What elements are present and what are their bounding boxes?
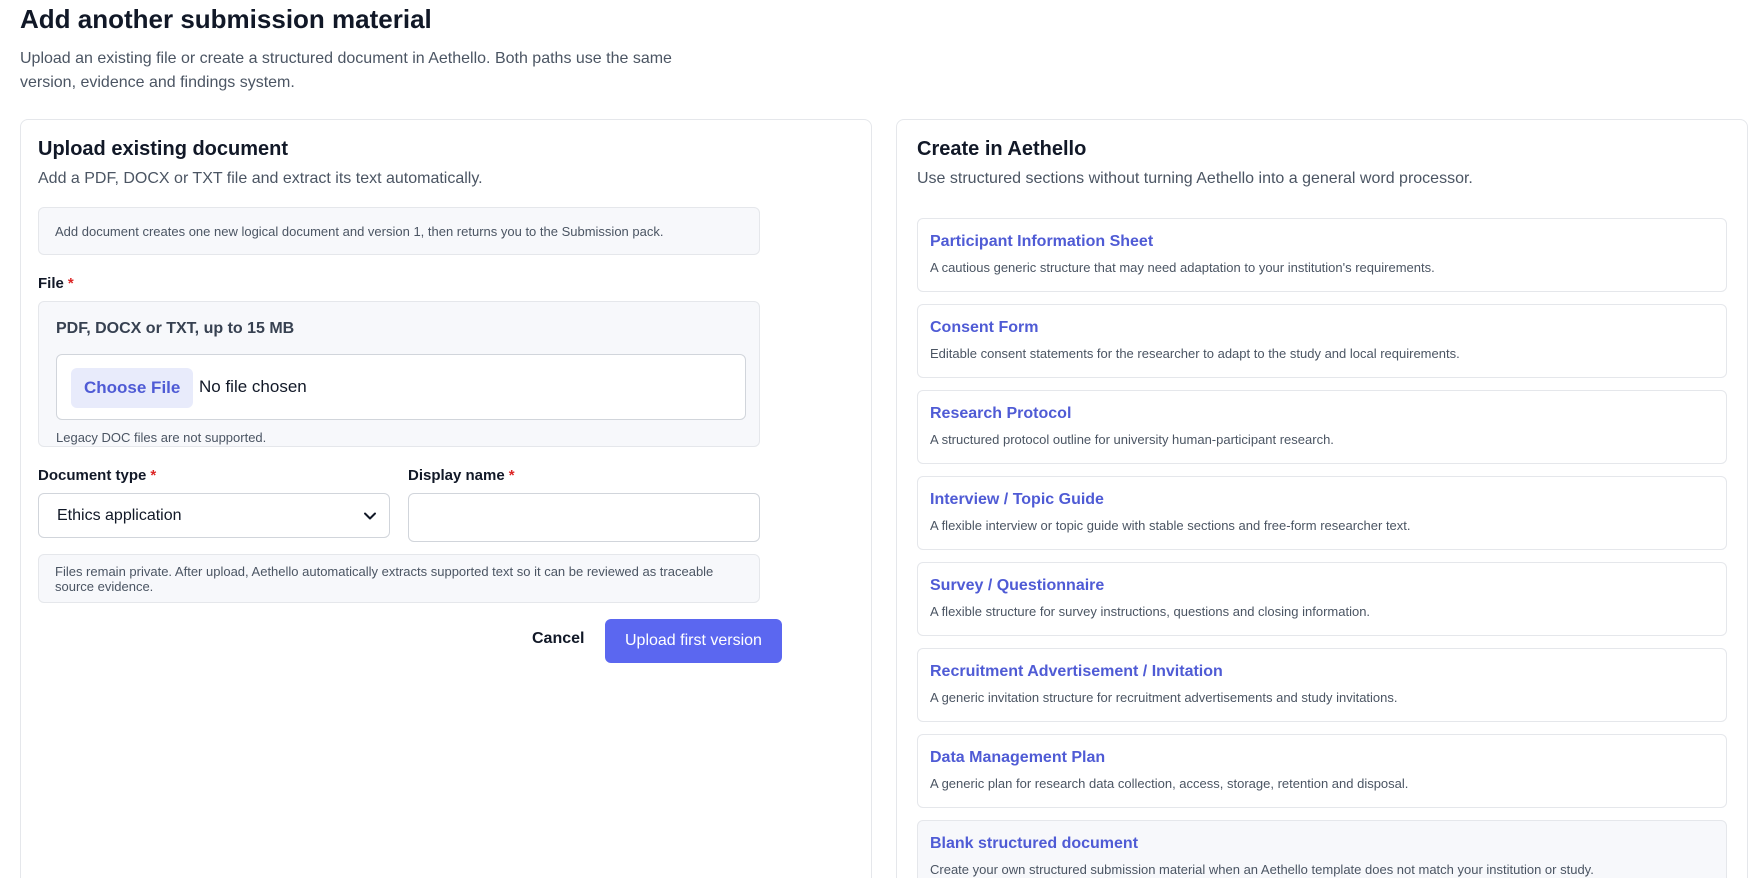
template-description: A generic invitation structure for recru… [930,690,1398,705]
template-list: Participant Information Sheet A cautious… [917,218,1727,878]
display-name-label-text: Display name [408,467,505,484]
document-type-label: Document type * [38,467,156,484]
template-item[interactable]: Research Protocol A structured protocol … [917,390,1727,464]
create-card: Create in Aethello Use structured sectio… [896,119,1748,878]
template-description: A flexible interview or topic guide with… [930,518,1411,533]
display-name-label: Display name * [408,467,515,484]
template-item[interactable]: Data Management Plan A generic plan for … [917,734,1727,808]
page-title: Add another submission material [20,4,432,34]
required-mark: * [508,467,515,484]
document-type-label-text: Document type [38,467,147,484]
template-description: A cautious generic structure that may ne… [930,260,1435,275]
template-name[interactable]: Interview / Topic Guide [930,491,1714,509]
file-format-hint: PDF, DOCX or TXT, up to 15 MB [56,320,295,337]
template-name[interactable]: Blank structured document [930,835,1714,853]
privacy-note-box: Files remain private. After upload, Aeth… [38,554,760,603]
upload-card-title: Upload existing document [38,138,289,160]
template-description: A structured protocol outline for univer… [930,432,1334,447]
chevron-down-icon [364,512,376,520]
upload-info-text: Add document creates one new logical doc… [55,223,664,239]
template-description: A flexible structure for survey instruct… [930,604,1371,619]
template-description: A generic plan for research data collect… [930,776,1409,791]
create-card-subtitle: Use structured sections without turning … [917,170,1473,187]
file-label: File * [38,275,74,292]
template-name[interactable]: Participant Information Sheet [930,233,1714,251]
file-upload-panel: PDF, DOCX or TXT, up to 15 MB Choose Fil… [38,301,760,447]
required-mark: * [150,467,157,484]
template-item[interactable]: Consent Form Editable consent statements… [917,304,1727,378]
legacy-doc-note: Legacy DOC files are not supported. [56,430,267,445]
template-item[interactable]: Participant Information Sheet A cautious… [917,218,1727,292]
no-file-text: No file chosen [199,377,307,396]
template-name[interactable]: Recruitment Advertisement / Invitation [930,663,1714,681]
template-name[interactable]: Survey / Questionnaire [930,577,1714,595]
template-name[interactable]: Consent Form [930,319,1714,337]
template-item[interactable]: Blank structured document Create your ow… [917,820,1727,878]
template-name[interactable]: Data Management Plan [930,749,1714,767]
template-item[interactable]: Survey / Questionnaire A flexible struct… [917,562,1727,636]
template-description: Create your own structured submission ma… [930,862,1594,877]
upload-card-subtitle: Add a PDF, DOCX or TXT file and extract … [38,170,483,187]
file-label-text: File [38,275,64,292]
cancel-button[interactable]: Cancel [532,630,584,648]
create-card-title: Create in Aethello [917,138,1087,160]
privacy-note-text: Files remain private. After upload, Aeth… [55,563,714,594]
template-description: Editable consent statements for the rese… [930,346,1460,361]
template-name[interactable]: Research Protocol [930,405,1714,423]
upload-info-box: Add document creates one new logical doc… [38,207,760,255]
document-type-value: Ethics application [57,506,182,524]
page-subtitle: Upload an existing file or create a stru… [20,50,672,91]
file-input[interactable]: Choose File No file chosen [56,354,746,420]
upload-first-version-button[interactable]: Upload first version [605,619,782,663]
display-name-input[interactable] [408,493,760,542]
document-type-select[interactable]: Ethics application [38,493,390,538]
template-item[interactable]: Recruitment Advertisement / Invitation A… [917,648,1727,722]
upload-card: Upload existing document Add a PDF, DOCX… [20,119,872,878]
required-mark: * [67,275,74,292]
choose-file-button[interactable]: Choose File [71,368,194,408]
template-item[interactable]: Interview / Topic Guide A flexible inter… [917,476,1727,550]
